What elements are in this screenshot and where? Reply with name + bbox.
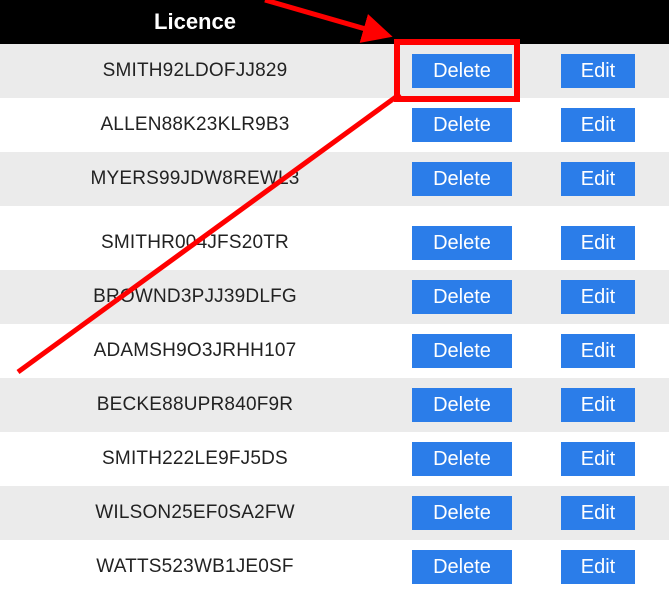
delete-button[interactable]: Delete — [412, 280, 512, 314]
delete-button[interactable]: Delete — [412, 388, 512, 422]
table-row: WATTS523WB1JE0SF Delete Edit — [0, 540, 669, 594]
delete-button[interactable]: Delete — [412, 54, 512, 88]
licence-cell: MYERS99JDW8REWL3 — [90, 168, 300, 189]
licence-cell: ALLEN88K23KLR9B3 — [100, 114, 290, 135]
licence-cell: BROWND3PJJ39DLFG — [93, 286, 297, 307]
edit-button[interactable]: Edit — [561, 334, 635, 368]
edit-button[interactable]: Edit — [561, 496, 635, 530]
delete-button[interactable]: Delete — [412, 550, 512, 584]
table-row: WILSON25EF0SA2FW Delete Edit — [0, 486, 669, 540]
delete-button[interactable]: Delete — [412, 496, 512, 530]
table-row: SMITHR004JFS20TR Delete Edit — [0, 216, 669, 270]
edit-button[interactable]: Edit — [561, 442, 635, 476]
licence-cell: BECKE88UPR840F9R — [96, 394, 294, 415]
licence-cell: WATTS523WB1JE0SF — [96, 556, 294, 577]
edit-button[interactable]: Edit — [561, 162, 635, 196]
table-row: ALLEN88K23KLR9B3 Delete Edit — [0, 98, 669, 152]
delete-button[interactable]: Delete — [412, 162, 512, 196]
licence-cell: SMITHR004JFS20TR — [101, 232, 289, 253]
delete-button[interactable]: Delete — [412, 226, 512, 260]
delete-button[interactable]: Delete — [412, 334, 512, 368]
table-row: BROWND3PJJ39DLFG Delete Edit — [0, 270, 669, 324]
licence-cell: SMITH92LDOFJJ829 — [102, 60, 288, 81]
edit-button[interactable]: Edit — [561, 108, 635, 142]
edit-button[interactable]: Edit — [561, 54, 635, 88]
licence-cell: SMITH222LE9FJ5DS — [102, 448, 288, 469]
delete-button[interactable]: Delete — [412, 442, 512, 476]
edit-button[interactable]: Edit — [561, 550, 635, 584]
licence-cell: ADAMSH9O3JRHH107 — [93, 340, 297, 361]
edit-button[interactable]: Edit — [561, 280, 635, 314]
edit-button[interactable]: Edit — [561, 226, 635, 260]
table-row: SMITH92LDOFJJ829 Delete Edit — [0, 44, 669, 98]
table-row: SMITH222LE9FJ5DS Delete Edit — [0, 432, 669, 486]
delete-button[interactable]: Delete — [412, 108, 512, 142]
licence-column-header: Licence — [154, 9, 236, 34]
edit-button[interactable]: Edit — [561, 388, 635, 422]
table-row: BECKE88UPR840F9R Delete Edit — [0, 378, 669, 432]
licence-cell: WILSON25EF0SA2FW — [95, 502, 295, 523]
table-row: MYERS99JDW8REWL3 Delete Edit — [0, 152, 669, 206]
table-row: ADAMSH9O3JRHH107 Delete Edit — [0, 324, 669, 378]
